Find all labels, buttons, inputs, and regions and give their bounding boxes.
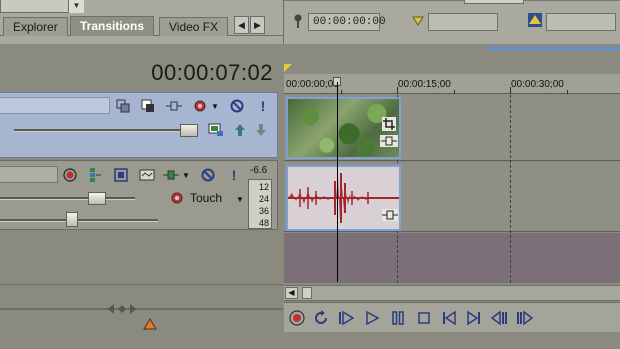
automation-mode-label[interactable]: Touch — [190, 191, 222, 205]
region-marker-icon[interactable] — [527, 12, 543, 28]
meter-peak-value: -6.6 — [250, 165, 268, 176]
tab-explorer[interactable]: Explorer — [3, 17, 68, 36]
track-fx-chain-icon[interactable] — [87, 167, 103, 183]
loop-playback-button[interactable] — [312, 309, 330, 327]
input-bus-icon[interactable] — [113, 167, 129, 183]
clip-pan-icon[interactable] — [380, 135, 398, 147]
video-track-name[interactable] — [0, 97, 110, 114]
level-marker-icon[interactable] — [142, 316, 158, 332]
go-to-end-button[interactable] — [465, 309, 483, 327]
volume-slider-thumb[interactable] — [88, 192, 106, 205]
length-field[interactable] — [546, 13, 616, 31]
play-button[interactable] — [363, 309, 381, 327]
horizontal-scrollbar[interactable]: ◀ — [284, 285, 620, 301]
automation-mode-icon[interactable] — [169, 190, 185, 206]
make-compositing-parent-icon[interactable] — [232, 122, 248, 138]
automation-settings-icon[interactable] — [139, 167, 155, 183]
compositing-mode-icon[interactable] — [140, 98, 156, 114]
audio-track-name[interactable] — [0, 166, 58, 183]
video-fx-chain-icon[interactable] — [208, 122, 224, 138]
composite-level-slider-thumb[interactable] — [180, 124, 198, 137]
transport-bar — [284, 302, 620, 332]
chevron-down-icon[interactable]: ▼ — [178, 167, 194, 183]
current-time-display: 00:00:07:02 — [151, 60, 273, 85]
divider — [0, 284, 283, 285]
audio-clip[interactable] — [286, 165, 401, 231]
track-motion-icon[interactable] — [115, 98, 131, 114]
timecode-in-field[interactable]: 00:00:00:00 — [308, 13, 386, 31]
cursor-marker-icon — [284, 64, 292, 72]
tab-scroll-left-button[interactable]: ◀ — [234, 16, 249, 34]
meter-scale-label: 48 — [258, 218, 269, 228]
chevron-down-icon[interactable]: ▼ — [68, 0, 84, 13]
audio-level-meter: 12 24 36 48 — [248, 179, 272, 229]
marker-pin-icon[interactable] — [290, 13, 306, 29]
timecode-out-field[interactable] — [428, 13, 498, 31]
record-button[interactable] — [288, 309, 306, 327]
top-left-panel: ▼ Explorer Transitions Video FX ◀ ▶ — [0, 0, 283, 44]
zoom-handle-icon[interactable] — [108, 302, 136, 316]
mute-icon[interactable] — [200, 167, 216, 183]
chevron-down-icon[interactable]: ▼ — [207, 98, 223, 114]
arm-record-icon[interactable] — [62, 167, 78, 183]
solo-icon[interactable]: ! — [226, 167, 242, 183]
ruler-label: 00:00:30;00 — [511, 79, 564, 90]
track-header-pane: 00:00:07:02 ▼ ! ▼ ! -6.6 12 24 36 48 Tou… — [0, 44, 283, 349]
track-fx-icon[interactable] — [192, 98, 208, 114]
empty-track-area[interactable] — [284, 233, 620, 283]
top-scroll-handle[interactable] — [464, 0, 524, 4]
next-frame-button[interactable] — [516, 309, 534, 327]
audio-track-header[interactable]: ▼ ! -6.6 12 24 36 48 Touch ▼ — [0, 160, 278, 230]
solo-icon[interactable]: ! — [255, 98, 271, 114]
tab-video-fx[interactable]: Video FX — [159, 17, 229, 36]
meter-scale-label: 36 — [258, 206, 269, 216]
pan-slider-thumb[interactable] — [66, 212, 78, 227]
selection-flag-icon[interactable] — [410, 13, 426, 29]
meter-scale-label: 12 — [258, 182, 269, 192]
go-to-start-button[interactable] — [440, 309, 458, 327]
meter-scale-label: 24 — [258, 194, 269, 204]
stop-button[interactable] — [415, 309, 433, 327]
composite-level-slider-track[interactable] — [14, 129, 194, 132]
ruler-label: 00:00:00;00 — [286, 79, 339, 90]
tab-scroll-right-button[interactable]: ▶ — [250, 16, 265, 34]
video-clip[interactable] — [286, 97, 401, 159]
divider — [0, 308, 283, 310]
playhead-cursor[interactable] — [337, 82, 338, 282]
play-from-start-button[interactable] — [337, 309, 355, 327]
timeline-pane: 00:00:00;00 00:00:15;00 00:00:30;00 ◀ — [284, 44, 620, 349]
scroll-thumb[interactable] — [302, 287, 312, 299]
pan-slider-track[interactable] — [0, 219, 158, 222]
pause-button[interactable] — [389, 309, 407, 327]
track-pan-icon[interactable] — [163, 167, 179, 183]
loop-region-bar[interactable] — [488, 47, 620, 50]
chevron-down-icon[interactable]: ▼ — [232, 191, 248, 207]
pan-crop-icon[interactable] — [166, 98, 182, 114]
make-compositing-child-icon[interactable] — [253, 122, 269, 138]
top-right-panel: 00:00:00:00 — [283, 0, 620, 44]
tab-transitions[interactable]: Transitions — [70, 16, 155, 36]
volume-slider-track[interactable] — [0, 197, 135, 200]
clip-fx-icon[interactable] — [382, 209, 398, 221]
previous-frame-button[interactable] — [490, 309, 508, 327]
scroll-left-button[interactable]: ◀ — [285, 287, 298, 299]
mute-icon[interactable] — [229, 98, 245, 114]
crop-icon[interactable] — [382, 117, 396, 131]
video-track-header[interactable]: ▼ ! — [0, 92, 278, 158]
grid-line — [510, 95, 511, 283]
ruler-label: 00:00:15;00 — [398, 79, 451, 90]
